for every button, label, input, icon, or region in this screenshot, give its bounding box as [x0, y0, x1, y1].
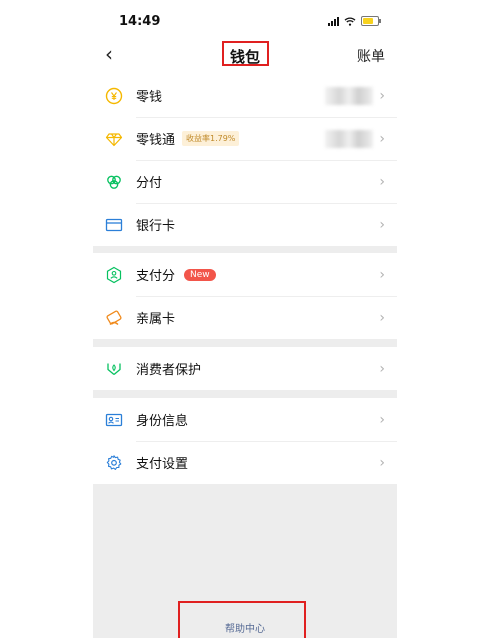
chevron-right-icon: ›: [379, 266, 385, 283]
row-label: 亲属卡: [136, 312, 176, 327]
help-highlight-box: [178, 601, 306, 638]
status-time: 14:49: [119, 14, 161, 29]
row-label: 零钱: [136, 90, 163, 105]
row-lingqiantong[interactable]: 零钱通 收益率1.79% ›: [93, 117, 397, 160]
title-highlight-box: [222, 41, 269, 66]
row-pay-score[interactable]: 支付分 New ›: [93, 253, 397, 296]
protection-section: 消费者保护 ›: [93, 347, 397, 390]
top-bar: 14:49 ‹ 钱包 账单: [93, 0, 397, 74]
chevron-right-icon: ›: [379, 411, 385, 428]
row-bank-card[interactable]: 银行卡 ›: [93, 203, 397, 246]
chevron-right-icon: ›: [379, 309, 385, 326]
score-hexagon-icon: [105, 266, 123, 284]
row-label: 身份信息: [136, 414, 189, 429]
chevron-right-icon: ›: [379, 454, 385, 471]
row-label: 零钱通: [136, 133, 176, 148]
yield-badge: 收益率1.79%: [182, 131, 240, 146]
clover-icon: [105, 173, 123, 191]
battery-icon: [361, 16, 381, 26]
chevron-right-icon: ›: [379, 360, 385, 377]
row-label: 银行卡: [136, 219, 176, 234]
bill-button[interactable]: 账单: [357, 46, 385, 66]
row-fenfu[interactable]: 分付 ›: [93, 160, 397, 203]
wallet-screen: 14:49 ‹ 钱包 账单 零钱 › 零钱通 收益率1.79% › 分付 › 银…: [93, 0, 397, 638]
row-label: 支付分: [136, 269, 176, 284]
wifi-icon: [344, 16, 356, 26]
credit-section: 支付分 New › 亲属卡 ›: [93, 253, 397, 339]
chevron-right-icon: ›: [379, 173, 385, 190]
blurred-balance: [325, 86, 373, 105]
chevron-right-icon: ›: [379, 216, 385, 233]
row-label: 消费者保护: [136, 363, 202, 378]
settings-gear-icon: [105, 454, 123, 472]
bank-card-icon: [105, 216, 123, 234]
row-family-card[interactable]: 亲属卡 ›: [93, 296, 397, 339]
row-payment-settings[interactable]: 支付设置 ›: [93, 441, 397, 484]
row-label: 分付: [136, 176, 163, 191]
blurred-balance: [325, 129, 373, 148]
family-card-icon: [105, 309, 123, 327]
protection-hands-icon: [105, 360, 123, 378]
id-card-icon: [105, 411, 123, 429]
status-icons: [328, 16, 381, 26]
wallet-funds-section: 零钱 › 零钱通 收益率1.79% › 分付 › 银行卡 ›: [93, 74, 397, 246]
row-label: 支付设置: [136, 457, 189, 472]
row-change[interactable]: 零钱 ›: [93, 74, 397, 117]
row-consumer-protection[interactable]: 消费者保护 ›: [93, 347, 397, 390]
yen-coin-icon: [105, 87, 123, 105]
chevron-right-icon: ›: [379, 130, 385, 147]
new-badge: New: [184, 268, 216, 281]
diamond-icon: [105, 130, 123, 148]
account-section: 身份信息 › 支付设置 ›: [93, 398, 397, 484]
row-identity-info[interactable]: 身份信息 ›: [93, 398, 397, 441]
signal-icon: [328, 16, 339, 26]
chevron-right-icon: ›: [379, 87, 385, 104]
